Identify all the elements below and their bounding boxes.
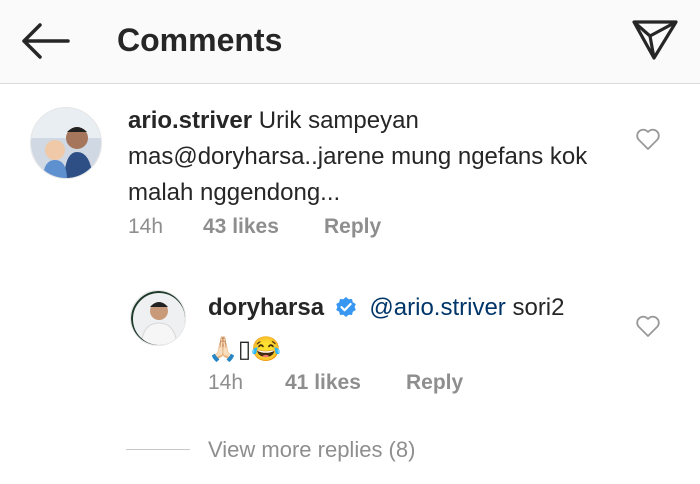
paper-plane-icon[interactable] — [630, 18, 680, 62]
comment-likes[interactable]: 43 likes — [203, 213, 279, 241]
header-bar: Comments — [0, 0, 700, 84]
view-more-replies-link[interactable]: View more replies (8) — [208, 436, 415, 464]
comment-meta: 14h 43 likes Reply — [128, 213, 528, 241]
heart-icon[interactable] — [635, 314, 661, 338]
comment-body: sori2 — [512, 294, 565, 321]
comment-time: 14h — [128, 215, 164, 238]
reply-button[interactable]: Reply — [406, 369, 463, 397]
verified-badge-icon — [335, 297, 356, 317]
comment-username[interactable]: doryharsa — [208, 294, 324, 321]
comment-time: 14h — [208, 371, 244, 394]
avatar[interactable] — [130, 290, 186, 346]
comment-likes[interactable]: 41 likes — [285, 369, 361, 397]
replies-divider — [126, 449, 190, 450]
page-title: Comments — [117, 22, 283, 58]
avatar[interactable] — [30, 107, 102, 179]
comment-username[interactable]: ario.striver — [128, 107, 252, 134]
heart-icon[interactable] — [635, 127, 661, 151]
comment-meta: 14h 41 likes Reply — [208, 369, 608, 397]
comment-text: doryharsa @ario.striver sori2 🙏🏻▯😂 — [208, 290, 618, 368]
reply-button[interactable]: Reply — [324, 213, 381, 241]
arrow-left-icon[interactable] — [20, 22, 70, 60]
comment-text: ario.striver Urik sampeyan mas@doryharsa… — [128, 103, 608, 211]
mention-link[interactable]: @ario.striver — [369, 294, 505, 321]
comment-emojis: 🙏🏻▯😂 — [208, 336, 281, 363]
